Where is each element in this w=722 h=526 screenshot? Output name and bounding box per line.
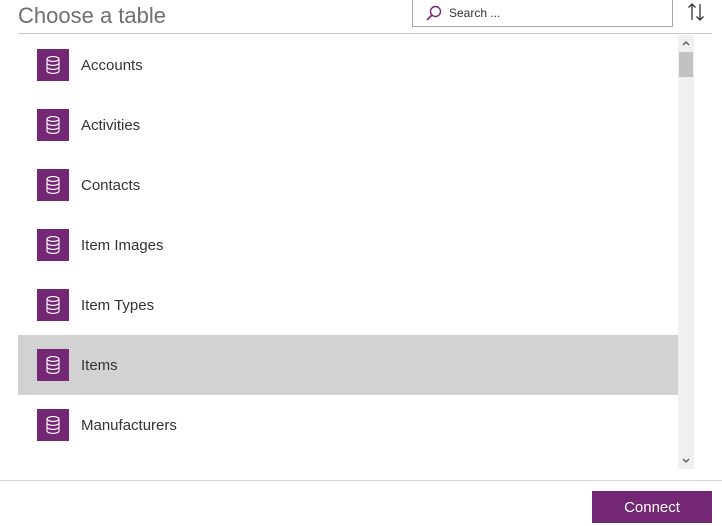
sort-icon <box>687 2 705 27</box>
table-list-item[interactable]: Activities <box>18 95 678 155</box>
dialog-title: Choose a table <box>18 3 166 28</box>
chevron-up-icon <box>682 41 690 46</box>
table-list-item[interactable]: Manufacturers <box>18 395 678 455</box>
table-list-item[interactable]: Items <box>18 335 678 395</box>
scroll-up-button[interactable] <box>678 35 694 51</box>
connect-button[interactable]: Connect <box>592 491 712 523</box>
table-list-item-label: Activities <box>81 116 141 134</box>
search-icon <box>425 4 443 22</box>
table-list-item-label: Items <box>81 356 118 374</box>
database-icon <box>37 109 69 141</box>
chevron-down-icon <box>682 458 690 463</box>
table-list-item-label: Item Types <box>81 296 155 314</box>
database-icon <box>37 289 69 321</box>
footer-divider <box>0 480 722 481</box>
table-list-item-label: Accounts <box>81 56 143 74</box>
list-scrollbar[interactable] <box>678 35 694 469</box>
table-list: Accounts Activities Contacts Item Images Ite… <box>18 35 678 469</box>
database-icon <box>37 229 69 261</box>
table-list-item-label: Contacts <box>81 176 141 194</box>
table-list-item-label: Manufacturers <box>81 416 177 434</box>
table-list-item-label: Item Images <box>81 236 164 254</box>
database-icon <box>37 409 69 441</box>
scroll-down-button[interactable] <box>678 453 694 469</box>
search-box[interactable] <box>412 0 673 27</box>
database-icon <box>37 49 69 81</box>
table-list-item[interactable]: Contacts <box>18 155 678 215</box>
table-list-item[interactable]: Item Images <box>18 215 678 275</box>
table-list-item[interactable]: Item Types <box>18 275 678 335</box>
database-icon <box>37 169 69 201</box>
scroll-thumb[interactable] <box>679 52 693 77</box>
header-divider <box>18 33 712 34</box>
sort-button[interactable] <box>683 2 709 26</box>
database-icon <box>37 349 69 381</box>
table-list-item[interactable]: Accounts <box>18 35 678 95</box>
choose-table-dialog: Choose a table Accounts Activities Contact… <box>0 0 722 526</box>
search-input[interactable] <box>449 6 659 20</box>
